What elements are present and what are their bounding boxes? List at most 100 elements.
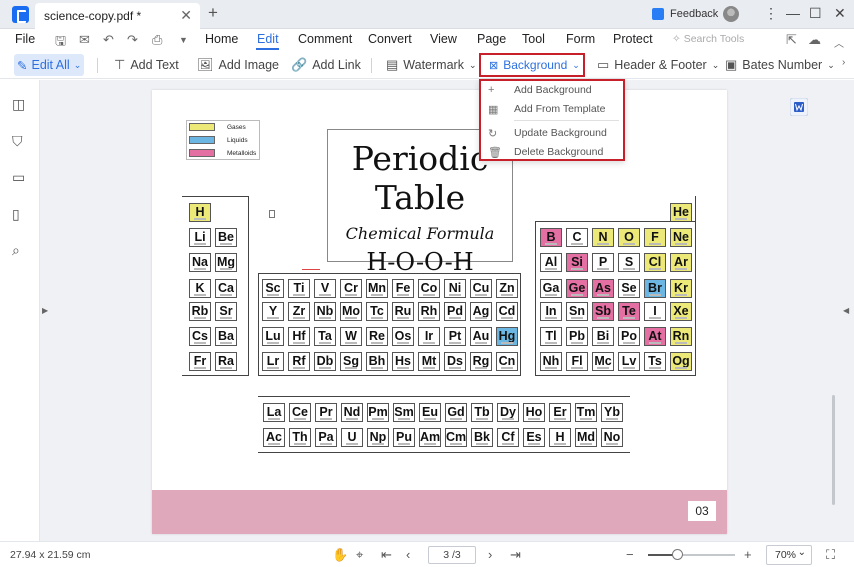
element-cell-no: No [601,428,623,447]
add-image-button[interactable]: 🖼 Add Image [197,55,279,75]
add-from-template-item[interactable]: ▦ Add From Template [481,100,623,118]
element-cell-re: Re [366,327,388,346]
header-footer-icon: ▭ [597,57,610,72]
page-number-input[interactable]: 3 /3 [428,546,476,564]
zoom-in-icon[interactable]: + [744,547,752,562]
zoom-slider-handle[interactable] [671,549,683,560]
toolbar-more-icon[interactable]: › [842,57,845,68]
convert-to-word-icon[interactable] [790,98,808,116]
search-tools-input[interactable]: ✧ Search Tools [672,33,744,45]
more-options-icon[interactable]: ⋮ [764,5,778,22]
element-cell-rb: Rb [189,302,211,321]
element-cell-og: Og [670,352,692,371]
search-icon[interactable]: ⌕ [12,242,20,259]
watermark-icon: ▤ [386,57,399,72]
bates-number-button[interactable]: ▣ Bates Number ⌄ [725,55,835,75]
delete-background-item[interactable]: 🗑 Delete Background [481,143,623,161]
quick-access-dropdown-icon[interactable]: ▼ [179,35,188,45]
collapse-ribbon-icon[interactable]: ︿ [834,35,844,50]
last-page-icon[interactable]: ⇥ [510,547,521,563]
document-tab[interactable]: science-copy.pdf * ✕ [35,3,200,29]
menu-tool[interactable]: Tool [522,32,545,46]
bookmark-icon[interactable]: ⛉ [12,133,23,150]
print-icon[interactable]: ⎙ [152,32,162,48]
element-cell-br: Br [644,279,666,298]
menu-view[interactable]: View [430,32,457,46]
element-cell-cn: Cn [496,352,518,371]
element-cell-c: C [566,228,588,247]
element-cell-lu: Lu [262,327,284,346]
tab-close-icon[interactable]: ✕ [180,7,192,24]
thumbnails-icon[interactable]: ◫ [12,96,25,113]
bates-number-icon: ▣ [725,57,738,72]
table-grid-line [535,221,695,222]
next-page-icon[interactable]: › [488,547,492,562]
element-cell-hg: Hg [496,327,518,346]
background-button[interactable]: ⊠ Background ⌄ [479,53,585,77]
save-icon[interactable]: 🖫 [55,32,66,54]
element-cell-au: Au [470,327,492,346]
element-cell-la: La [263,403,285,422]
close-window-icon[interactable]: ✕ [834,5,846,22]
header-footer-button[interactable]: ▭ Header & Footer ⌄ [597,55,719,75]
element-cell-lv: Lv [618,352,640,371]
maximize-icon[interactable]: ☐ [809,5,822,22]
menu-home[interactable]: Home [205,32,238,46]
menu-convert[interactable]: Convert [368,32,412,46]
first-page-icon[interactable]: ⇤ [381,547,392,563]
element-cell-gd: Gd [445,403,467,422]
share-icon[interactable]: ⇱ [786,32,797,48]
table-grid-line [535,221,536,376]
redo-icon[interactable]: ↷ [127,32,138,48]
menu-comment[interactable]: Comment [298,32,352,46]
minimize-icon[interactable]: — [786,5,800,21]
table-grid-line [182,375,248,376]
element-cell-rg: Rg [470,352,492,371]
comments-icon[interactable]: ▭ [12,169,25,186]
element-cell-zr: Zr [288,302,310,321]
link-icon: 🔗 [291,57,308,72]
element-cell-ce: Ce [289,403,311,422]
feedback-button[interactable]: Feedback [670,8,718,20]
element-cell-ge: Ge [566,279,588,298]
element-cell-i: I [644,302,666,321]
edit-all-label: Edit All [31,58,70,72]
edit-all-button[interactable]: ✎ Edit All ⌄ [14,54,84,76]
add-link-button[interactable]: 🔗 Add Link [291,55,361,75]
mail-icon[interactable]: ✉ [79,32,90,48]
menu-edit[interactable]: Edit [257,32,279,46]
menu-form[interactable]: Form [566,32,595,46]
zoom-level-select[interactable]: 70% [766,544,812,565]
expand-left-panel-icon[interactable]: ▶ [42,306,48,315]
avatar[interactable] [723,6,739,22]
feedback-icon[interactable] [652,8,664,20]
cloud-upload-icon[interactable]: ☁ [808,32,821,48]
menu-protect[interactable]: Protect [613,32,653,46]
zoom-out-icon[interactable]: − [626,547,634,562]
expand-right-panel-icon[interactable]: ◀ [843,306,849,315]
legend-label: Liquids [227,136,248,144]
element-cell-sr: Sr [215,302,237,321]
new-tab-icon[interactable]: + [208,3,218,23]
add-text-button[interactable]: ⊤ Add Text [114,55,179,75]
element-cell-h: H [189,203,211,222]
toolbar-divider [97,58,98,73]
vertical-scrollbar[interactable] [832,395,835,505]
update-background-item[interactable]: ↻ Update Background [481,124,623,142]
element-cell-rh: Rh [418,302,440,321]
fit-page-icon[interactable]: ⛶ [826,547,835,563]
hand-tool-icon[interactable]: ✋ [332,547,348,563]
add-background-item[interactable]: + Add Background [481,81,623,99]
previous-page-icon[interactable]: ‹ [406,547,410,562]
chevron-down-icon: ⌄ [468,59,477,70]
menu-file[interactable]: File [15,32,35,46]
menu-page[interactable]: Page [477,32,506,46]
attachment-icon[interactable]: ▯ [12,206,20,223]
element-cell-mn: Mn [366,279,388,298]
annotation-marker[interactable] [269,210,275,218]
zoom-slider[interactable] [648,554,735,556]
undo-icon[interactable]: ↶ [103,32,114,48]
element-cell-hs: Hs [392,352,414,371]
watermark-button[interactable]: ▤ Watermark ⌄ [386,55,477,75]
select-tool-icon[interactable]: ⌖ [356,547,363,563]
